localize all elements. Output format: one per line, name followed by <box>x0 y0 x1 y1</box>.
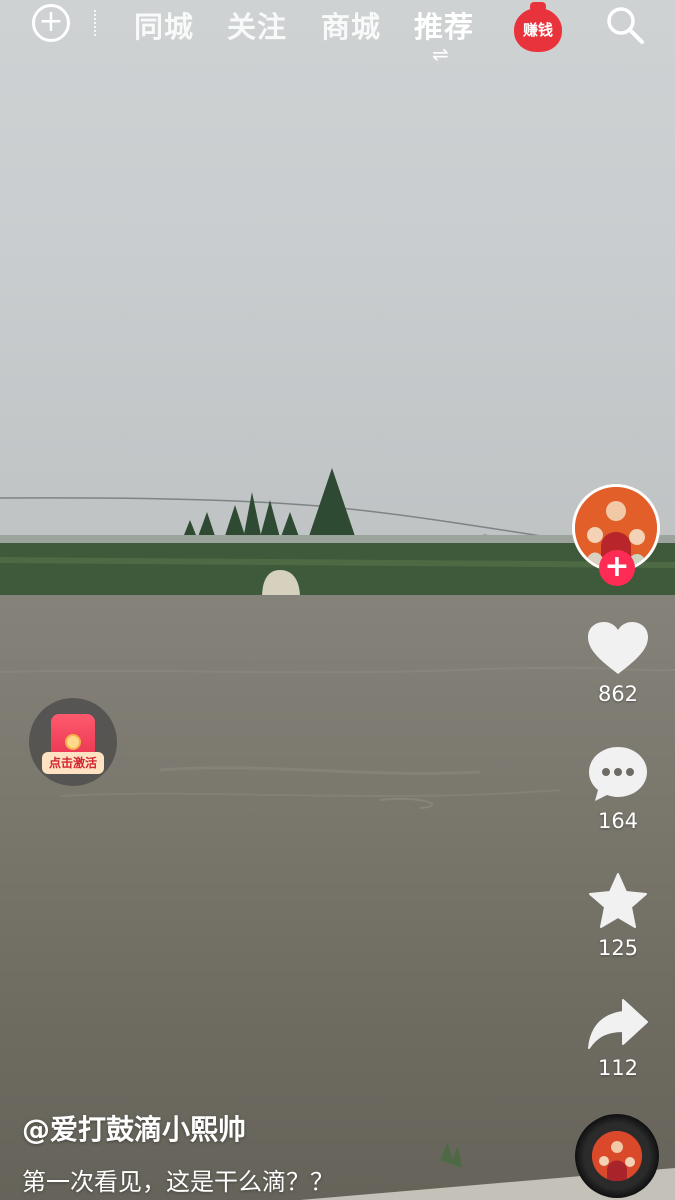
share-button[interactable]: 112 <box>580 998 656 1080</box>
follow-button[interactable]: + <box>599 550 635 586</box>
share-arrow-icon <box>588 999 648 1049</box>
earn-money-button[interactable]: 赚钱 <box>512 2 564 54</box>
comment-count: 164 <box>597 809 639 833</box>
like-button[interactable]: 862 <box>580 620 656 706</box>
swap-arrows-icon[interactable]: ⇌ <box>432 44 449 64</box>
share-count: 112 <box>597 1056 639 1080</box>
ripple-line <box>59 789 561 797</box>
activate-label: 点击激活 <box>42 752 104 774</box>
top-nav: + 同城 关注 商城 推荐 ⇌ 赚钱 <box>0 0 675 70</box>
music-cover <box>592 1131 642 1181</box>
comment-bubble-icon <box>589 747 647 801</box>
ripple-line <box>159 766 481 775</box>
ripples-graphic <box>0 666 675 1200</box>
tab-following[interactable]: 关注 <box>227 4 287 46</box>
shore-weed <box>440 1142 462 1168</box>
star-icon <box>589 873 647 928</box>
plus-circle-icon[interactable]: + <box>32 4 70 42</box>
tab-nearby[interactable]: 同城 <box>134 4 194 46</box>
music-cover-photo <box>592 1131 642 1181</box>
video-frame[interactable] <box>0 0 675 1200</box>
ripple-line <box>379 797 434 809</box>
earn-money-label: 赚钱 <box>514 8 562 52</box>
video-description[interactable]: 第一次看见，这是干么滴？？ <box>22 1162 334 1197</box>
ripple-line <box>0 666 675 674</box>
tab-recommended[interactable]: 推荐 <box>414 4 474 46</box>
author-handle[interactable]: @爱打鼓滴小熙帅 <box>22 1108 246 1148</box>
heart-icon <box>588 622 648 674</box>
red-packet-widget[interactable]: 点击激活 <box>29 698 117 786</box>
music-disc-button[interactable] <box>575 1114 659 1198</box>
nav-divider <box>94 10 100 36</box>
favorite-button[interactable]: 125 <box>580 872 656 960</box>
video-feed-screen[interactable]: + 同城 关注 商城 推荐 ⇌ 赚钱 + 862 164 125 112 点击激… <box>0 0 675 1200</box>
like-count: 862 <box>597 682 639 706</box>
favorite-count: 125 <box>597 936 639 960</box>
comment-button[interactable]: 164 <box>580 745 656 833</box>
search-icon[interactable] <box>604 4 646 46</box>
tab-mall[interactable]: 商城 <box>321 4 381 46</box>
coin-icon <box>65 734 81 750</box>
